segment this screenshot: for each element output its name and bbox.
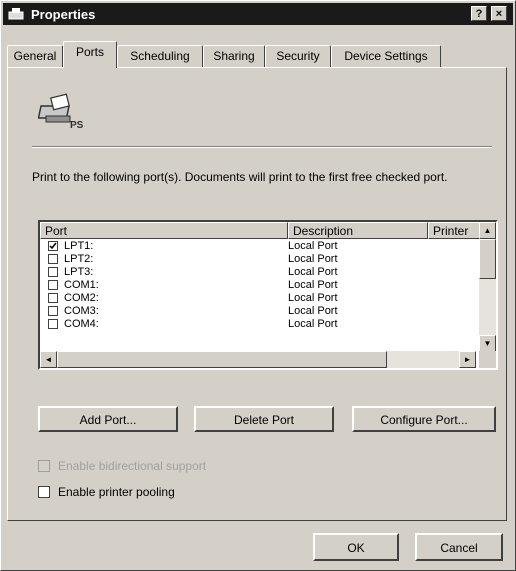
printer-pooling-checkbox[interactable]: Enable printer pooling (38, 484, 338, 500)
scroll-left-button[interactable]: ◄ (40, 351, 57, 368)
tab-general[interactable]: General (7, 45, 63, 67)
port-name: COM3: (64, 305, 99, 317)
port-checkbox[interactable] (48, 319, 58, 329)
port-checkbox[interactable] (48, 293, 58, 303)
ports-list[interactable]: Port Description Printer LPT1: Local Por… (38, 220, 498, 370)
tab-security[interactable]: Security (265, 45, 331, 67)
vertical-scrollbar[interactable]: ▲ ▼ (479, 222, 496, 352)
scroll-corner (479, 351, 496, 368)
printer-badge: PS (70, 120, 84, 131)
add-port-button[interactable]: Add Port... (38, 406, 178, 432)
scroll-right-button[interactable]: ► (459, 351, 476, 368)
tab-scheduling[interactable]: Scheduling (117, 45, 203, 67)
port-description: Local Port (288, 266, 338, 278)
scroll-up-button[interactable]: ▲ (479, 222, 496, 239)
port-description: Local Port (288, 240, 338, 252)
properties-window: Properties ? × General Ports Scheduling … (0, 0, 516, 571)
title-bar[interactable]: Properties ? × (3, 3, 513, 25)
port-checkbox[interactable] (48, 267, 58, 277)
horizontal-scroll-thumb[interactable] (57, 351, 387, 368)
port-name: COM2: (64, 292, 99, 304)
ports-description: Print to the following port(s). Document… (32, 170, 448, 184)
port-checkbox[interactable] (48, 280, 58, 290)
port-name: LPT3: (64, 266, 94, 278)
pooling-checkbox-box[interactable] (38, 486, 50, 498)
port-name: COM4: (64, 318, 99, 330)
bidirectional-label: Enable bidirectional support (58, 459, 207, 473)
tab-sharing[interactable]: Sharing (203, 45, 265, 67)
tab-device-settings[interactable]: Device Settings (331, 45, 441, 67)
port-description: Local Port (288, 292, 338, 304)
cancel-button[interactable]: Cancel (415, 533, 503, 561)
vertical-scroll-thumb[interactable] (479, 239, 496, 279)
window-title: Properties (31, 6, 96, 22)
port-description: Local Port (288, 305, 338, 317)
port-description: Local Port (288, 279, 338, 291)
port-name: LPT2: (64, 253, 94, 265)
bidirectional-support-checkbox[interactable]: Enable bidirectional support (38, 458, 338, 474)
port-row[interactable]: LPT3: Local Port (40, 266, 476, 279)
tab-ports[interactable]: Ports (63, 41, 117, 68)
printer-title-icon (8, 8, 24, 20)
scroll-down-button[interactable]: ▼ (479, 335, 496, 352)
help-button[interactable]: ? (471, 6, 487, 21)
ok-button[interactable]: OK (313, 533, 399, 561)
port-row[interactable]: COM4: Local Port (40, 318, 476, 331)
separator (32, 146, 492, 148)
configure-port-button[interactable]: Configure Port... (352, 406, 496, 432)
bidirectional-checkbox-box[interactable] (38, 460, 50, 472)
port-checkbox[interactable] (48, 241, 58, 251)
port-description: Local Port (288, 253, 338, 265)
horizontal-scrollbar[interactable]: ◄ ► (40, 351, 476, 368)
column-port[interactable]: Port (40, 222, 288, 239)
column-description[interactable]: Description (288, 222, 428, 239)
close-button[interactable]: × (491, 6, 507, 21)
pooling-label: Enable printer pooling (58, 485, 175, 499)
ports-panel: PS Print to the following port(s). Docum… (7, 67, 507, 521)
delete-port-button[interactable]: Delete Port (194, 406, 334, 432)
port-name: LPT1: (64, 240, 94, 252)
port-row[interactable]: LPT2: Local Port (40, 253, 476, 266)
port-row[interactable]: LPT1: Local Port (40, 240, 476, 253)
port-row[interactable]: COM2: Local Port (40, 292, 476, 305)
port-checkbox[interactable] (48, 306, 58, 316)
port-description: Local Port (288, 318, 338, 330)
port-row[interactable]: COM1: Local Port (40, 279, 476, 292)
printer-icon: PS (38, 93, 84, 131)
port-name: COM1: (64, 279, 99, 291)
port-checkbox[interactable] (48, 254, 58, 264)
port-row[interactable]: COM3: Local Port (40, 305, 476, 318)
